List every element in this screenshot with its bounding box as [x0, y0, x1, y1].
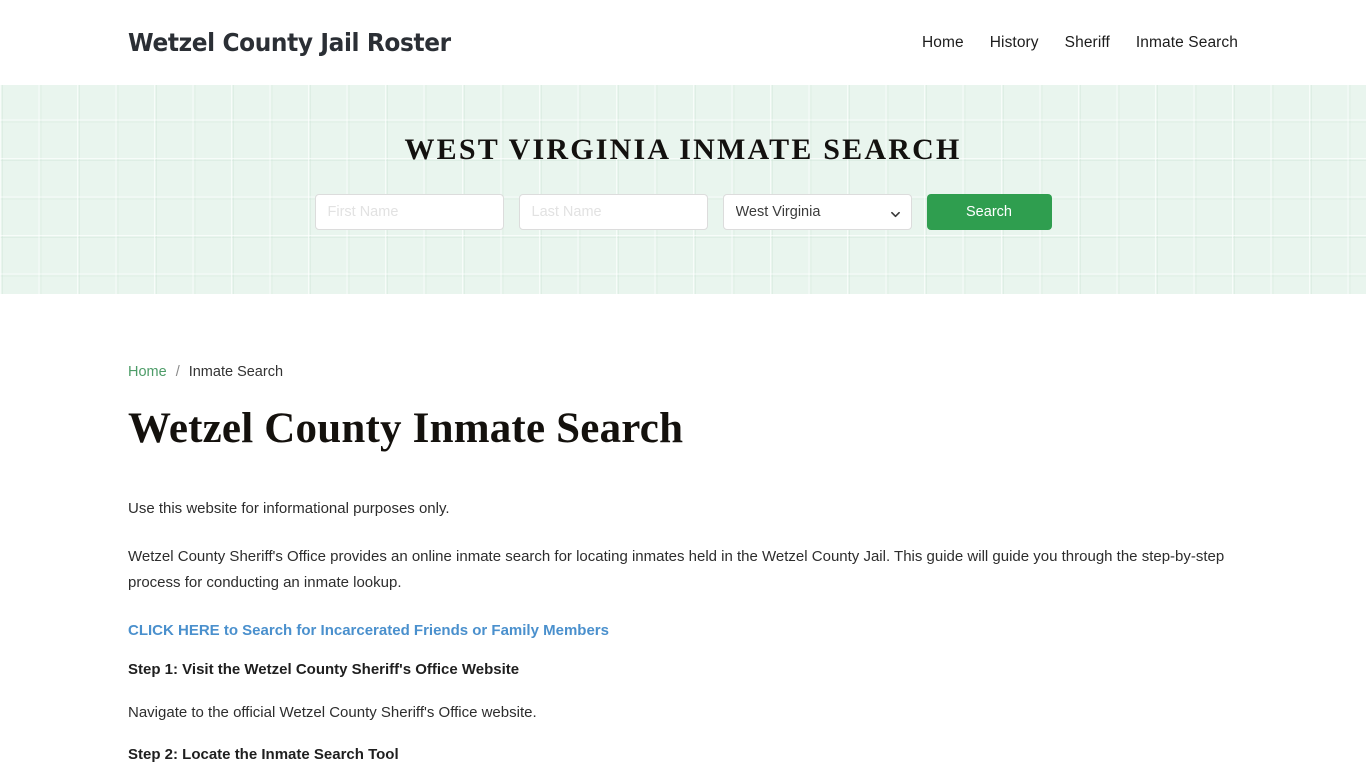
- breadcrumb-separator: /: [175, 364, 180, 380]
- breadcrumb: Home / Inmate Search: [128, 294, 1238, 380]
- step-1-body: Navigate to the official Wetzel County S…: [128, 703, 537, 721]
- site-title[interactable]: Wetzel County Jail Roster: [128, 28, 451, 57]
- step-2-heading: Step 2: Locate the Inmate Search Tool: [128, 746, 399, 764]
- state-select-wrapper: West Virginia: [722, 194, 912, 230]
- breadcrumb-current: Inmate Search: [188, 364, 284, 380]
- intro-paragraph: Wetzel County Sheriff's Office provides …: [128, 547, 1225, 591]
- main-navigation: Home History Sheriff Inmate Search: [922, 34, 1238, 52]
- first-name-input[interactable]: [314, 194, 504, 230]
- nav-item-home[interactable]: Home: [922, 34, 964, 52]
- last-name-input[interactable]: [518, 194, 708, 230]
- nav-item-sheriff[interactable]: Sheriff: [1065, 34, 1110, 52]
- nav-item-inmate-search[interactable]: Inmate Search: [1136, 34, 1238, 52]
- site-header: Wetzel County Jail Roster Home History S…: [0, 0, 1366, 85]
- hero-title: West Virginia Inmate Search: [404, 133, 962, 166]
- state-select[interactable]: West Virginia: [722, 194, 912, 230]
- page-title: Wetzel County Inmate Search: [128, 405, 684, 452]
- disclaimer-text: Use this website for informational purpo…: [128, 500, 450, 518]
- main-content: Home / Inmate Search Wetzel County Inmat…: [0, 294, 1366, 763]
- step-1-heading: Step 1: Visit the Wetzel County Sheriff'…: [128, 660, 520, 678]
- nav-item-history[interactable]: History: [990, 34, 1039, 52]
- breadcrumb-home[interactable]: Home: [128, 364, 167, 380]
- search-button[interactable]: Search: [926, 194, 1052, 230]
- inmate-search-form: West Virginia Search: [314, 194, 1052, 230]
- inmate-search-cta-link[interactable]: CLICK HERE to Search for Incarcerated Fr…: [128, 622, 609, 639]
- hero-banner: West Virginia Inmate Search West Virgini…: [0, 85, 1366, 294]
